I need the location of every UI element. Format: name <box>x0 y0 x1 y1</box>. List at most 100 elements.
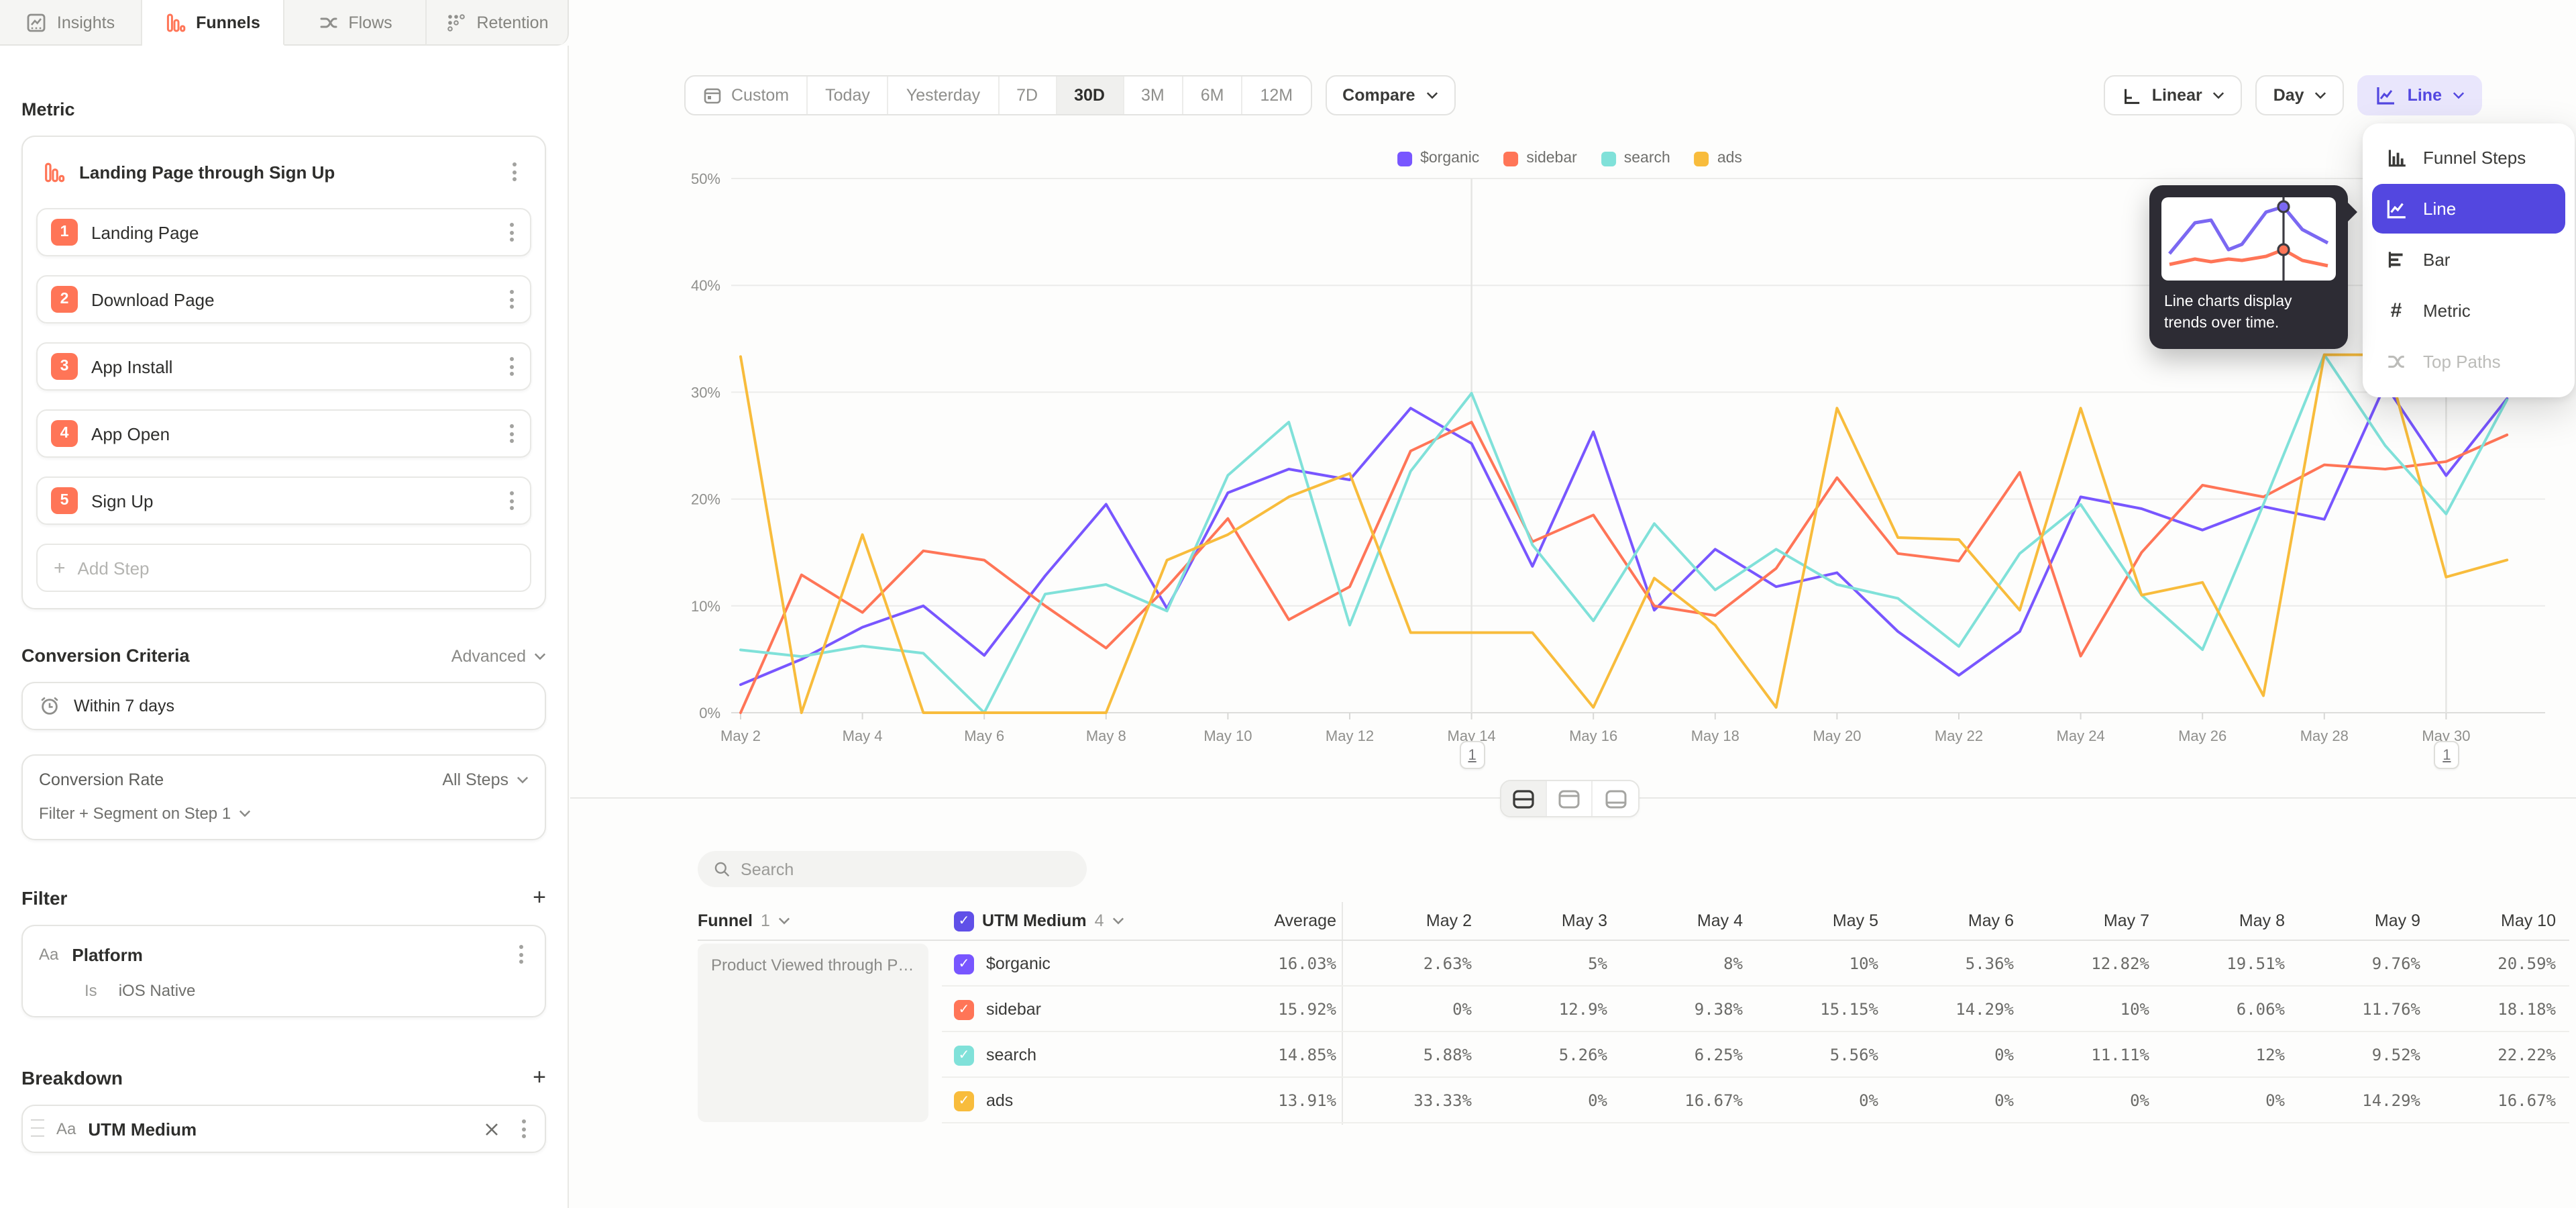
date-column-header[interactable]: May 7 <box>2019 911 2155 930</box>
step-kebab-icon[interactable] <box>502 352 522 381</box>
compare-button[interactable]: Compare <box>1325 75 1455 115</box>
step-kebab-icon[interactable] <box>502 217 522 247</box>
step-kebab-icon[interactable] <box>502 285 522 314</box>
date-column-headers: May 2May 3May 4May 5May 6May 7May 8May 9… <box>1342 911 2561 930</box>
menu-item-top-paths: Top Paths <box>2372 337 2565 387</box>
funnel-step-1[interactable]: 1Landing Page <box>36 208 531 256</box>
range-6m[interactable]: 6M <box>1183 77 1243 114</box>
granularity-dropdown-button[interactable]: Day <box>2256 75 2345 115</box>
date-column-header[interactable]: May 5 <box>1748 911 1884 930</box>
tab-insights[interactable]: Insights <box>0 0 142 46</box>
filter-kebab-icon[interactable] <box>511 940 531 969</box>
conversion-heading: Conversion Criteria <box>21 646 190 666</box>
cell-value: 14.29% <box>1884 1000 2019 1019</box>
remove-breakdown-icon[interactable] <box>484 1121 499 1136</box>
date-column-header[interactable]: May 6 <box>1884 911 2019 930</box>
chart-type-dropdown-button[interactable]: Line <box>2358 75 2482 115</box>
retention-icon <box>445 11 467 33</box>
funnel-step-4[interactable]: 4App Open <box>36 409 531 458</box>
line-chart-tooltip: Line charts display trends over time. <box>2149 185 2348 349</box>
funnel-step-5[interactable]: 5Sign Up <box>36 476 531 525</box>
cell-value: 12% <box>2155 1046 2290 1064</box>
average-column-header[interactable]: Average <box>1187 911 1342 930</box>
advanced-dropdown[interactable]: Advanced <box>451 646 546 665</box>
series-checkbox[interactable]: ✓ <box>954 999 974 1019</box>
date-column-header[interactable]: May 4 <box>1613 911 1748 930</box>
add-breakdown-button[interactable]: + <box>533 1066 546 1089</box>
cell-value: 11.76% <box>2290 1000 2426 1019</box>
range-30d[interactable]: 30D <box>1057 77 1124 114</box>
range-7d[interactable]: 7D <box>999 77 1057 114</box>
breakdown-table: Funnel 1 ✓ UTM Medium 4 Average May 2May… <box>698 902 2569 1123</box>
y-tick-label: 30% <box>691 384 720 401</box>
tab-label: Insights <box>57 13 115 32</box>
filter-segment-dropdown[interactable]: Filter + Segment on Step 1 <box>39 804 529 823</box>
breakdown-kebab-icon[interactable] <box>514 1114 534 1144</box>
step-kebab-icon[interactable] <box>502 486 522 515</box>
plus-icon: + <box>54 556 66 579</box>
funnel-step-2[interactable]: 2Download Page <box>36 275 531 323</box>
conversion-window[interactable]: Within 7 days <box>21 682 546 730</box>
breakdown-column-header[interactable]: ✓ UTM Medium 4 <box>939 911 1187 931</box>
layout-split-view-button[interactable] <box>1501 781 1547 816</box>
tab-retention[interactable]: Retention <box>427 0 568 46</box>
filter-operator: Is <box>85 981 97 1000</box>
menu-item-funnel-steps[interactable]: Funnel Steps <box>2372 133 2565 183</box>
menu-item-bar[interactable]: Bar <box>2372 235 2565 285</box>
annotation-badge-may-30[interactable]: 1 <box>2434 741 2459 769</box>
tab-funnels[interactable]: Funnels <box>142 0 284 46</box>
clock-icon <box>39 695 60 717</box>
cell-value: 0% <box>1884 1091 2019 1110</box>
date-column-header[interactable]: May 3 <box>1477 911 1613 930</box>
menu-item-line[interactable]: Line <box>2372 184 2565 234</box>
range-label: 7D <box>1016 86 1038 105</box>
bar-icon <box>2384 248 2408 271</box>
calendar-icon <box>703 86 722 105</box>
range-12m[interactable]: 12M <box>1243 77 1311 114</box>
chart-display-controls: Linear Day Line <box>2104 75 2482 115</box>
date-column-header[interactable]: May 10 <box>2426 911 2561 930</box>
step-label: Sign Up <box>91 491 154 511</box>
series-checkbox[interactable]: ✓ <box>954 1045 974 1065</box>
add-filter-button[interactable]: + <box>533 886 546 909</box>
all-steps-dropdown[interactable]: All Steps <box>442 770 529 789</box>
range-3m[interactable]: 3M <box>1124 77 1183 114</box>
x-tick-label: May 16 <box>1569 727 1617 744</box>
range-today[interactable]: Today <box>808 77 889 114</box>
range-custom[interactable]: Custom <box>686 77 808 114</box>
cell-value: 16.67% <box>2426 1091 2561 1110</box>
line-icon <box>2384 197 2408 220</box>
filter-item-platform[interactable]: Aa Platform Is iOS Native <box>21 925 546 1017</box>
funnel-title: Landing Page through Sign Up <box>79 162 335 182</box>
series-checkbox[interactable]: ✓ <box>954 1091 974 1111</box>
step-kebab-icon[interactable] <box>502 419 522 448</box>
cell-value: 12.82% <box>2019 954 2155 973</box>
date-column-header[interactable]: May 8 <box>2155 911 2290 930</box>
layout-chart-view-button[interactable] <box>1547 781 1593 816</box>
range-yesterday[interactable]: Yesterday <box>889 77 999 114</box>
menu-item-metric[interactable]: #Metric <box>2372 286 2565 336</box>
funnels-icon <box>165 11 186 33</box>
funnel-step-3[interactable]: 3App Install <box>36 342 531 391</box>
series-checkbox[interactable]: ✓ <box>954 954 974 974</box>
advanced-label: Advanced <box>451 646 526 665</box>
add-step-button[interactable]: + Add Step <box>36 544 531 592</box>
tab-flows[interactable]: Flows <box>284 0 427 46</box>
funnel-title-row[interactable]: Landing Page through Sign Up <box>36 153 531 208</box>
date-column-header[interactable]: May 2 <box>1342 911 1477 930</box>
scale-dropdown-button[interactable]: Linear <box>2104 75 2243 115</box>
date-column-header[interactable]: May 9 <box>2290 911 2426 930</box>
search-input[interactable] <box>741 860 1071 878</box>
funnel-column-header[interactable]: Funnel 1 <box>698 911 939 930</box>
x-tick-label: May 6 <box>964 727 1004 744</box>
select-all-checkbox[interactable]: ✓ <box>954 911 974 931</box>
annotation-badge-may-14[interactable]: 1 <box>1460 741 1485 769</box>
breakdown-column-count: 4 <box>1095 911 1104 930</box>
drag-handle-icon[interactable]: ——— <box>31 1117 44 1141</box>
top-paths-icon <box>2384 350 2408 373</box>
breakdown-property-name: UTM Medium <box>88 1119 197 1139</box>
layout-table-view-button[interactable] <box>1593 781 1638 816</box>
breakdown-item-utm-medium[interactable]: ——— Aa UTM Medium <box>21 1105 546 1153</box>
step-number-badge: 1 <box>51 219 78 246</box>
funnel-kebab-icon[interactable] <box>504 157 525 187</box>
